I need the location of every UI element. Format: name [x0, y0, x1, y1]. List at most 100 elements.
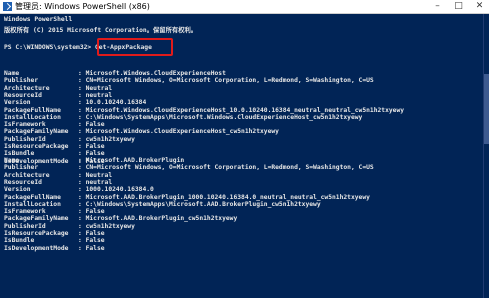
property-value: Microsoft.AAD.BrokerPlugin	[85, 157, 185, 164]
property-key: PublisherId	[4, 222, 46, 230]
property-line: Version: 10.0.10240.16384	[4, 99, 146, 106]
property-line: PublisherId: cw5n1h2txyewy	[4, 136, 135, 143]
property-key: PublisherId	[4, 135, 46, 143]
property-line: IsResourcePackage: False	[4, 143, 105, 150]
property-line: Name: Microsoft.Windows.CloudExperienceH…	[4, 70, 226, 77]
property-key: Publisher	[4, 77, 39, 85]
property-line: InstallLocation: C:\Windows\SystemApps\M…	[4, 201, 321, 208]
scrollbar-thumb[interactable]	[484, 74, 489, 144]
maximize-icon[interactable]: □	[453, 1, 464, 12]
property-key: ResourceId	[4, 91, 42, 99]
property-value: False	[85, 237, 105, 245]
property-key: ResourceId	[4, 178, 42, 186]
property-value: Microsoft.AAD.BrokerPlugin_1000.10240.16…	[85, 193, 370, 201]
property-key: Version	[4, 186, 31, 194]
property-separator: :	[78, 91, 86, 99]
property-value: cw5n1h2txyewy	[85, 222, 135, 230]
property-key: Architecture	[4, 84, 50, 92]
property-separator: :	[78, 157, 86, 164]
property-value: Microsoft.Windows.CloudExperienceHost_cw…	[85, 128, 279, 136]
close-icon[interactable]: ✕	[474, 1, 485, 12]
property-key: PackageFullName	[4, 193, 61, 201]
prompt-path: PS C:\WINDOWS\system32>	[4, 44, 92, 51]
property-line: ResourceId: neutral	[4, 92, 112, 99]
property-separator: :	[78, 178, 86, 186]
property-value: Neutral	[85, 171, 113, 179]
property-key: IsBundle	[4, 237, 35, 245]
property-line: PackageFamilyName: Microsoft.AAD.BrokerP…	[4, 215, 237, 222]
property-key: PackageFullName	[4, 106, 61, 114]
property-line: InstallLocation: C:\Windows\SystemApps\M…	[4, 114, 362, 121]
powershell-icon	[3, 2, 12, 11]
powershell-window: 管理员: Windows PowerShell (x86) – □ ✕ Wind…	[0, 0, 489, 298]
property-key: PackageFamilyName	[4, 128, 69, 136]
property-value: CN=Microsoft Windows, O=Microsoft Corpor…	[85, 164, 374, 172]
property-line: Publisher: CN=Microsoft Windows, O=Micro…	[4, 77, 374, 84]
property-line: Architecture: Neutral	[4, 85, 112, 92]
property-separator: :	[78, 193, 86, 201]
property-line: ResourceId: neutral	[4, 179, 112, 186]
property-value: neutral	[85, 178, 113, 186]
property-separator: :	[78, 237, 86, 245]
property-value: neutral	[85, 91, 113, 99]
property-value: Microsoft.AAD.BrokerPlugin_cw5n1h2txyewy	[85, 215, 238, 223]
property-separator: :	[78, 128, 86, 136]
property-value: Microsoft.Windows.CloudExperienceHost_10…	[85, 106, 405, 114]
property-line: IsResourcePackage: False	[4, 230, 105, 237]
property-key: PackageFamilyName	[4, 215, 69, 223]
property-separator: :	[78, 215, 86, 223]
property-line: Publisher: CN=Microsoft Windows, O=Micro…	[4, 164, 374, 171]
property-line: PackageFullName: Microsoft.Windows.Cloud…	[4, 107, 404, 114]
property-line: PublisherId: cw5n1h2txyewy	[4, 223, 135, 230]
property-value: False	[85, 230, 105, 237]
property-value: Microsoft.Windows.CloudExperienceHost	[85, 70, 226, 77]
property-key: InstallLocation	[4, 200, 61, 208]
property-separator: :	[78, 84, 86, 92]
property-key: Publisher	[4, 164, 39, 172]
property-key: Architecture	[4, 171, 50, 179]
property-key: InstallLocation	[4, 113, 61, 121]
property-key: IsDevelopmentMode	[4, 244, 69, 252]
property-value: C:\Windows\SystemApps\Microsoft.AAD.Brok…	[85, 200, 321, 208]
property-separator: :	[78, 106, 86, 114]
property-line: PackageFullName: Microsoft.AAD.BrokerPlu…	[4, 194, 370, 201]
property-key: Name	[4, 70, 20, 77]
property-separator: :	[78, 99, 86, 107]
property-separator: :	[78, 77, 86, 85]
property-separator: :	[78, 113, 86, 121]
property-separator: :	[78, 135, 86, 143]
command-highlight-box	[97, 38, 173, 56]
property-line: Architecture: Neutral	[4, 172, 112, 179]
property-key: IsResourcePackage	[4, 230, 69, 237]
console-header-line: 版权所有 (C) 2015 Microsoft Corporation。保留所有…	[4, 27, 198, 34]
property-separator: :	[78, 164, 86, 172]
property-separator: :	[78, 70, 86, 77]
property-separator: :	[78, 222, 86, 230]
title-bar: 管理员: Windows PowerShell (x86) – □ ✕	[0, 0, 489, 14]
window-title: 管理员: Windows PowerShell (x86)	[15, 2, 150, 11]
property-line: IsBundle: False	[4, 237, 105, 244]
property-separator: :	[78, 200, 86, 208]
property-key: IsResourcePackage	[4, 143, 69, 150]
property-line: IsDevelopmentMode: False	[4, 245, 105, 252]
property-value: 10.0.10240.16384	[85, 99, 147, 107]
vertical-scrollbar[interactable]	[483, 14, 489, 298]
property-separator: :	[78, 143, 86, 150]
property-key: Version	[4, 99, 31, 107]
property-separator: :	[78, 171, 86, 179]
minimize-icon[interactable]: –	[432, 1, 443, 12]
property-value: False	[85, 143, 105, 150]
console-header-line: Windows PowerShell	[4, 16, 73, 23]
property-line: Version: 1000.10240.16384.0	[4, 186, 154, 193]
property-separator: :	[78, 186, 86, 194]
property-separator: :	[78, 230, 86, 237]
property-line: PackageFamilyName: Microsoft.Windows.Clo…	[4, 128, 279, 135]
property-separator: :	[78, 244, 86, 252]
property-line: Name: Microsoft.AAD.BrokerPlugin	[4, 157, 184, 164]
console-output[interactable]: Windows PowerShell 版权所有 (C) 2015 Microso…	[0, 14, 484, 298]
property-key: Name	[4, 157, 20, 164]
property-value: CN=Microsoft Windows, O=Microsoft Corpor…	[85, 77, 374, 85]
property-value: 1000.10240.16384.0	[85, 186, 154, 194]
property-value: C:\Windows\SystemApps\Microsoft.Windows.…	[85, 113, 363, 121]
property-value: cw5n1h2txyewy	[85, 135, 135, 143]
